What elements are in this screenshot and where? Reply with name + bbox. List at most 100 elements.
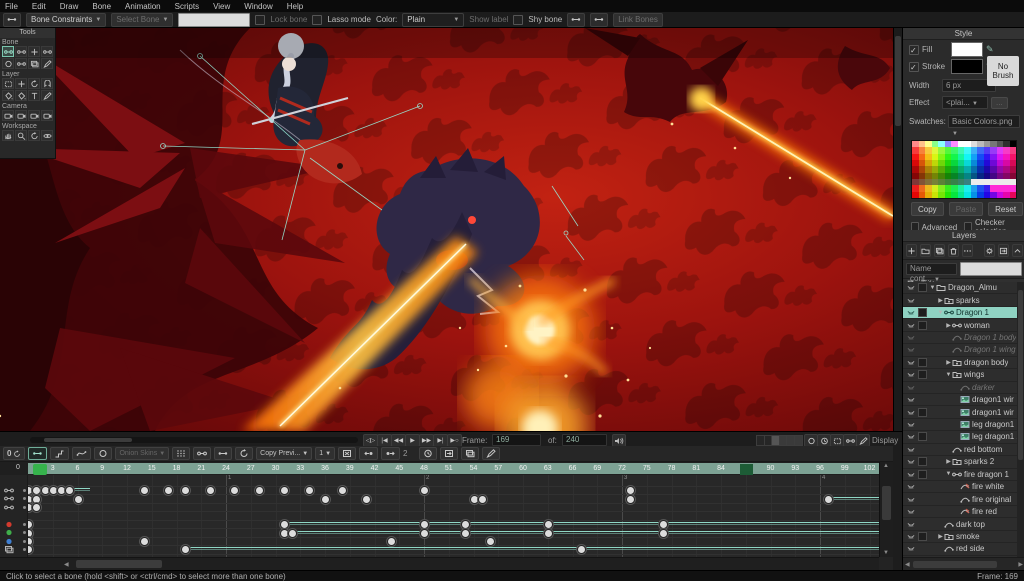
lock-bone-checkbox[interactable] xyxy=(255,15,265,25)
visibility-eye-icon[interactable] xyxy=(903,508,918,515)
visibility-eye-icon[interactable] xyxy=(903,471,918,478)
bone-search-input[interactable] xyxy=(178,13,250,27)
menu-view[interactable]: View xyxy=(213,2,230,11)
bind-layer-tool[interactable] xyxy=(28,58,40,69)
timeline-vertical-scrollbar[interactable]: ▲ ▼ xyxy=(879,462,893,557)
layer-row-dragon-1-body[interactable]: ▶Dragon 1 body xyxy=(903,332,1017,344)
channel-select-dot[interactable] xyxy=(23,506,26,509)
visibility-eye-icon[interactable] xyxy=(903,446,918,453)
visibility-eye-icon[interactable] xyxy=(903,545,918,552)
merge-bone-icon-button[interactable] xyxy=(590,13,608,27)
timeline-horizontal-scrollbar[interactable]: ◀ xyxy=(0,557,879,570)
layer-row-dragon-body[interactable]: ▶dragon body xyxy=(903,357,1017,369)
menu-bone[interactable]: Bone xyxy=(92,2,111,11)
next-key-button[interactable] xyxy=(381,447,400,460)
layer-row-sparks[interactable]: ▶sparks xyxy=(903,294,1017,306)
expand-arrow-icon[interactable]: ▶ xyxy=(945,458,952,465)
scroll-down-icon[interactable]: ▼ xyxy=(883,550,889,556)
menu-edit[interactable]: Edit xyxy=(32,2,46,11)
scroll-left-icon[interactable]: ◀ xyxy=(64,561,69,568)
visibility-eye-icon[interactable] xyxy=(903,359,918,366)
layers-vertical-scrollbar[interactable] xyxy=(1017,282,1024,557)
layer-checkbox[interactable] xyxy=(918,283,927,292)
collapse-arrow-icon[interactable]: ▼ xyxy=(937,310,944,316)
visibility-eye-icon[interactable] xyxy=(903,496,918,503)
keyframe-dot[interactable] xyxy=(321,495,330,504)
keyframe-dot[interactable] xyxy=(305,486,314,495)
scroll-left-icon[interactable]: ◀ xyxy=(905,561,910,568)
current-frame-field[interactable]: 169 xyxy=(492,434,541,446)
layer-checkbox[interactable] xyxy=(918,457,927,466)
visibility-eye-icon[interactable] xyxy=(903,433,918,440)
roll-camera-tool[interactable] xyxy=(28,110,40,121)
keyframe-dot[interactable] xyxy=(544,529,553,538)
channel-select-dot[interactable] xyxy=(23,540,26,543)
layer-row-fire-white[interactable]: ▶fire white xyxy=(903,481,1017,493)
collapse-all-button[interactable] xyxy=(1012,244,1023,257)
visibility-eye-icon[interactable] xyxy=(903,371,918,378)
stroke-color-swatch[interactable] xyxy=(951,59,983,74)
scrollbar-handle[interactable] xyxy=(895,36,901,126)
select-bone-dropdown[interactable]: Select Bone▼ xyxy=(111,13,173,27)
no-brush-button[interactable]: No Brush xyxy=(987,56,1019,86)
add-point-tool[interactable] xyxy=(15,78,27,89)
keyframe-dot[interactable] xyxy=(74,495,83,504)
visibility-eye-icon[interactable] xyxy=(903,458,918,465)
layer-row-fire-original[interactable]: ▶fire original xyxy=(903,493,1017,505)
keyframe-dot[interactable] xyxy=(181,545,190,554)
layer-search-input[interactable] xyxy=(960,262,1022,276)
layer-row-sparks-2[interactable]: ▶sparks 2 xyxy=(903,456,1017,468)
clear-keys-button[interactable] xyxy=(338,447,356,460)
reset-style-button[interactable]: Reset xyxy=(988,202,1023,216)
pan-tilt-camera-tool[interactable] xyxy=(41,110,53,121)
visibility-eye-icon[interactable] xyxy=(903,309,918,316)
jump-to-layer-button[interactable] xyxy=(998,244,1009,257)
collapse-arrow-icon[interactable]: ▼ xyxy=(945,372,952,378)
motion-graph-mode-button[interactable] xyxy=(72,447,91,460)
copy-previous-dropdown[interactable]: Copy Previ...▼ xyxy=(256,447,312,460)
add-bone-tool[interactable] xyxy=(28,46,40,57)
color-palette[interactable] xyxy=(911,140,1017,199)
timeline-keyframe-grid[interactable]: 1234 xyxy=(28,475,879,557)
visibility-eye-icon[interactable] xyxy=(903,421,918,428)
transform-bone-tool[interactable] xyxy=(15,46,27,57)
keyframe-dot[interactable] xyxy=(461,529,470,538)
visibility-eye-icon[interactable] xyxy=(903,284,918,291)
layer-row-leg-dragon1-2[interactable]: ▶leg dragon1 2 xyxy=(903,431,1017,443)
rotate-workspace-tool[interactable] xyxy=(28,130,40,141)
color-mode-dropdown[interactable]: Plain▼ xyxy=(402,13,464,27)
magnet-tool[interactable] xyxy=(41,78,53,89)
channel-select-dot[interactable] xyxy=(23,523,26,526)
expand-arrow-icon[interactable]: ▶ xyxy=(937,533,944,540)
keyframe-dot[interactable] xyxy=(140,537,149,546)
layer-row-red-bottom[interactable]: ▶red bottom xyxy=(903,444,1017,456)
layer-row-woman[interactable]: ▶woman xyxy=(903,319,1017,331)
bone-scale-channel[interactable] xyxy=(0,502,28,512)
copy-style-button[interactable]: Copy xyxy=(911,202,944,216)
layer-row-dragon1-wir[interactable]: ▶dragon1 wir xyxy=(903,394,1017,406)
visibility-eye-icon[interactable] xyxy=(903,521,918,528)
rotate-keys-button[interactable] xyxy=(235,447,253,460)
collapse-arrow-icon[interactable]: ▼ xyxy=(929,285,936,291)
bone-strength-tool[interactable] xyxy=(2,58,14,69)
lasso-mode-checkbox[interactable] xyxy=(312,15,322,25)
text-tool[interactable] xyxy=(28,90,40,101)
bind-points-tool[interactable] xyxy=(41,58,53,69)
keyframe-dot[interactable] xyxy=(478,495,487,504)
grid-snap-button[interactable] xyxy=(172,447,190,460)
visibility-eye-icon[interactable] xyxy=(903,396,918,403)
layer-checkbox[interactable] xyxy=(918,321,927,330)
curvature-tool[interactable] xyxy=(28,78,40,89)
ruler-band[interactable]: 3691215182124273033363942454851545760636… xyxy=(28,463,879,474)
split-bone-icon-button[interactable] xyxy=(567,13,585,27)
timeline-playhead[interactable] xyxy=(33,464,47,475)
new-layer-button[interactable] xyxy=(906,244,917,257)
scrollbar-handle[interactable] xyxy=(882,486,891,520)
range-end-marker[interactable] xyxy=(740,464,753,475)
scroll-right-icon[interactable]: ▶ xyxy=(1018,561,1023,568)
channel-mode-button[interactable] xyxy=(50,447,69,460)
visibility-eye-icon[interactable] xyxy=(903,384,918,391)
layer-row-dragon-almu[interactable]: ▼Dragon_Almu xyxy=(903,282,1017,294)
track-camera-tool[interactable] xyxy=(2,110,14,121)
end-frame-field[interactable]: 240 xyxy=(562,434,607,446)
